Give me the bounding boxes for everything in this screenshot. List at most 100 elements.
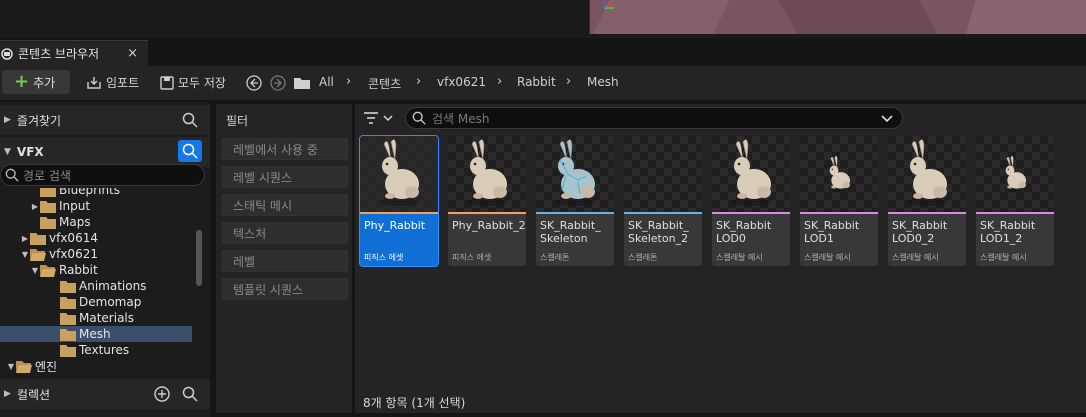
filter-item[interactable]: 템플릿 시퀀스 <box>222 278 348 300</box>
back-icon[interactable] <box>246 75 262 91</box>
asset-type-stripe <box>712 212 790 214</box>
asset-name: SK_Rabbit_ Skeleton_2 <box>628 219 689 245</box>
filter-item[interactable]: 텍스처 <box>222 222 348 244</box>
close-icon[interactable]: × <box>127 46 138 61</box>
rabbit-thumbnail-icon <box>360 136 438 212</box>
collapse-arrow-icon[interactable]: ▼ <box>6 362 16 371</box>
folder-icon <box>60 312 76 325</box>
asset-type: 피직스 에셋 <box>452 253 492 262</box>
folder-icon[interactable] <box>294 76 310 89</box>
tab-bar: 콘텐츠 브라우저 × <box>0 38 1086 66</box>
save-all-button[interactable]: 모두 저장 <box>160 74 226 91</box>
collapse-arrow-icon[interactable]: ▼ <box>20 250 30 259</box>
rabbit-thumbnail-icon <box>800 136 878 212</box>
tree-item[interactable]: Maps <box>0 214 192 230</box>
asset-tile[interactable]: Phy_Rabbit 피직스 에셋 <box>359 135 439 267</box>
breadcrumb-content[interactable]: 콘텐츠 <box>368 75 401 92</box>
filter-menu-icon[interactable] <box>363 111 393 125</box>
tree-item-label: Maps <box>59 215 91 229</box>
path-search-input[interactable]: 경로 검색 <box>0 164 205 186</box>
asset-type: 스켈레톤 <box>540 253 570 262</box>
tree-item[interactable]: Mesh <box>0 326 192 342</box>
tree-item[interactable]: ▼ Rabbit <box>0 262 192 278</box>
breadcrumb-vfx0621[interactable]: vfx0621 <box>437 75 486 89</box>
rabbit-thumbnail-icon <box>888 136 966 212</box>
asset-name: SK_Rabbit LOD0 <box>716 219 772 245</box>
expand-arrow-icon[interactable]: ▶ <box>20 234 30 243</box>
folder-icon <box>60 280 76 293</box>
breadcrumb-mesh[interactable]: Mesh <box>587 75 619 89</box>
save-icon <box>160 75 174 90</box>
tree-item[interactable]: Demomap <box>0 294 192 310</box>
path-search-button[interactable] <box>178 140 202 162</box>
asset-tile[interactable]: Phy_Rabbit_2 피직스 에셋 <box>448 136 526 266</box>
import-icon <box>87 76 101 89</box>
tree-item-label: vfx0621 <box>49 247 98 261</box>
tree-item[interactable]: ▼ 엔진 <box>0 358 192 374</box>
asset-search-input[interactable]: 검색 Mesh <box>405 107 903 129</box>
asset-type-stripe <box>536 212 614 214</box>
asset-type-stripe <box>624 212 702 214</box>
tab-content-browser[interactable]: 콘텐츠 브라우저 × <box>0 40 148 66</box>
import-button[interactable]: 임포트 <box>86 74 139 91</box>
asset-tile[interactable]: SK_Rabbit LOD1_2 스켈레탈 메시 <box>976 136 1054 266</box>
asset-type-stripe <box>800 212 878 214</box>
collapse-arrow-icon[interactable]: ▼ <box>30 266 40 275</box>
tree-item[interactable]: ▶ vfx0614 <box>0 230 192 246</box>
breadcrumb-rabbit[interactable]: Rabbit <box>517 75 556 89</box>
folder-icon <box>40 216 56 229</box>
expand-arrow-icon: ▶ <box>4 389 11 399</box>
tree-item[interactable]: ▶ Input <box>0 198 192 214</box>
chevron-down-icon[interactable] <box>880 111 894 125</box>
tree-item[interactable]: Materials <box>0 310 192 326</box>
asset-tile[interactable]: SK_Rabbit LOD0 스켈레탈 메시 <box>712 136 790 266</box>
asset-name: SK_Rabbit LOD1_2 <box>980 219 1036 245</box>
tree-scrollbar[interactable] <box>196 230 202 286</box>
tree-item-label: Rabbit <box>59 263 98 277</box>
filter-item[interactable]: 레벨에서 사용 중 <box>222 138 348 160</box>
collapse-arrow-icon: ▼ <box>4 147 11 157</box>
breadcrumb-separator-icon: › <box>416 74 422 89</box>
collections-header[interactable]: ▶ 컬렉션 <box>0 379 210 409</box>
asset-type-stripe <box>888 212 966 214</box>
favorites-label: 즐겨찾기 <box>16 113 62 128</box>
asset-tile[interactable]: SK_Rabbit_ Skeleton_2 스켈레톤 <box>624 136 702 266</box>
collections-label: 컬렉션 <box>16 387 51 402</box>
tree-item-label: 엔진 <box>35 359 58 374</box>
import-label: 임포트 <box>106 76 140 90</box>
path-search-placeholder: 경로 검색 <box>23 168 71 183</box>
filter-item[interactable]: 스태틱 메시 <box>222 194 348 216</box>
tree-item[interactable]: Textures <box>0 342 192 358</box>
favorites-header[interactable]: ▶ 즐겨찾기 <box>0 105 210 135</box>
asset-name: SK_Rabbit LOD1 <box>804 219 860 245</box>
expand-arrow-icon[interactable]: ▶ <box>30 202 40 211</box>
asset-tile[interactable]: SK_Rabbit LOD1 스켈레탈 메시 <box>800 136 878 266</box>
search-icon[interactable] <box>182 112 198 128</box>
expand-arrow-icon: ▶ <box>4 115 11 125</box>
asset-tile[interactable]: SK_Rabbit_ Skeleton 스켈레톤 <box>536 136 614 266</box>
filter-item[interactable]: 레벨 시퀀스 <box>222 166 348 188</box>
breadcrumb-all[interactable]: All <box>319 75 334 89</box>
add-collection-icon[interactable] <box>154 386 170 402</box>
filter-item[interactable]: 레벨 <box>222 250 348 272</box>
asset-type: 스켈레톤 <box>628 253 658 262</box>
asset-tile[interactable]: SK_Rabbit LOD0_2 스켈레탈 메시 <box>888 136 966 266</box>
tree-item[interactable]: Blueprints <box>0 188 192 198</box>
tree-item[interactable]: Animations <box>0 278 192 294</box>
add-button[interactable]: + 추가 <box>2 70 70 94</box>
add-label: 추가 <box>33 75 56 90</box>
viewport-strip <box>0 0 1086 38</box>
viewport-preview[interactable] <box>589 0 1086 34</box>
forward-icon[interactable] <box>270 75 286 91</box>
tree-item-label: Demomap <box>79 295 142 309</box>
asset-search-placeholder: 검색 Mesh <box>432 111 490 126</box>
vfx-root-header[interactable]: ▼ VFX <box>0 137 210 167</box>
asset-type-stripe <box>360 212 438 214</box>
search-icon[interactable] <box>182 386 198 402</box>
folder-tree: Blueprints ▶ Input Maps ▶ vfx0614 ▼ vfx0621 ▼ Rab… <box>0 188 192 378</box>
folder-icon <box>16 360 32 373</box>
asset-type: 스켈레탈 메시 <box>804 253 851 262</box>
content-browser-icon <box>1 47 13 60</box>
tree-item[interactable]: ▼ vfx0621 <box>0 246 192 262</box>
asset-name: SK_Rabbit_ Skeleton <box>540 219 601 245</box>
